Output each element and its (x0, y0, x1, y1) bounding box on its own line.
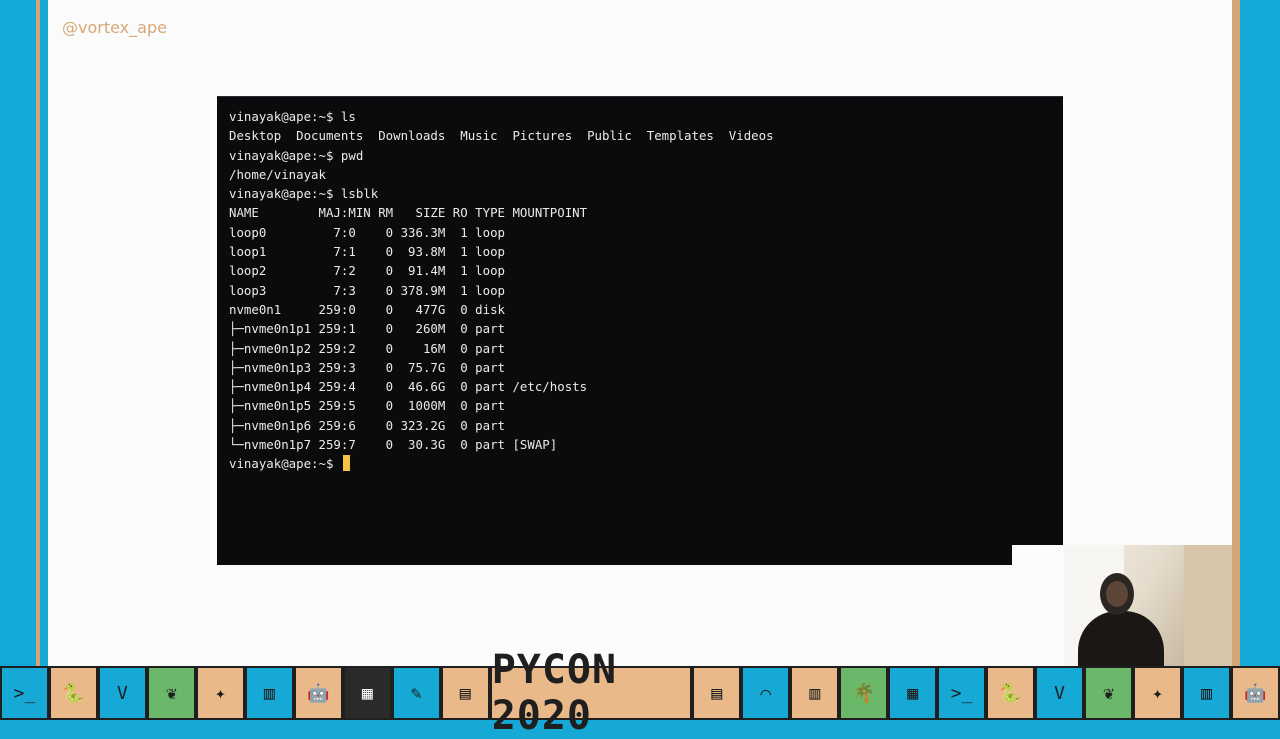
terminal-line: ├─nvme0n1p3 259:3 0 75.7G 0 part (229, 359, 506, 375)
terminal-line: ├─nvme0n1p4 259:4 0 46.6G 0 part /etc/ho… (229, 379, 588, 395)
footer-tile-icon: ▦ (342, 666, 392, 720)
footer-tile-icon: ✦ (1133, 666, 1182, 720)
footer-tile-icon: ❦ (146, 666, 196, 720)
terminal-output: vinayak@ape:~$ ls Desktop Documents Downl… (229, 107, 774, 474)
footer-tile-icon: 🤖 (293, 666, 343, 720)
right-border (1232, 0, 1280, 666)
footer-tile-icon: ⌒ (741, 666, 791, 720)
footer-tile-icon: 🤖 (1230, 666, 1280, 720)
terminal-line: NAME MAJ:MIN RM SIZE RO TYPE MOUNTPOINT (229, 205, 588, 221)
left-border (0, 0, 40, 666)
left-border-stripe (36, 0, 40, 666)
webcam-door (1184, 545, 1232, 666)
footer-tile-icon: ✦ (195, 666, 245, 720)
terminal-line: vinayak@ape:~$ ls (229, 109, 356, 124)
footer-tile-icon: ▥ (244, 666, 294, 720)
terminal-notch (1012, 545, 1064, 565)
pycon-logo: PYCON 2020 (489, 647, 693, 739)
footer-tile-icon: ▤ (692, 666, 742, 720)
footer-tile-icon: 🐍 (986, 666, 1036, 720)
footer-tile-icon: ✎ (391, 666, 441, 720)
presenter-handle: @vortex_ape (62, 18, 167, 37)
terminal-window[interactable]: vinayak@ape:~$ ls Desktop Documents Downl… (217, 96, 1063, 565)
terminal-line: loop0 7:0 0 336.3M 1 loop (229, 224, 506, 240)
terminal-line: loop2 7:2 0 91.4M 1 loop (229, 263, 506, 279)
footer-tile-icon: >_ (0, 666, 49, 720)
footer-tile-icon: 🐍 (48, 666, 98, 720)
terminal-line: loop3 7:3 0 378.9M 1 loop (229, 282, 506, 298)
terminal-line: vinayak@ape:~$ pwd (229, 147, 364, 163)
terminal-line: nvme0n1 259:0 0 477G 0 disk (229, 301, 506, 317)
terminal-cursor (342, 455, 350, 472)
footer-tile-icon: 🌴 (839, 666, 889, 720)
footer-tile-icon: ▥ (1182, 666, 1231, 720)
footer-tile-icon: ▦ (888, 666, 938, 720)
terminal-line: ├─nvme0n1p1 259:1 0 260M 0 part (229, 321, 506, 337)
terminal-line: ├─nvme0n1p5 259:5 0 1000M 0 part (229, 398, 506, 414)
terminal-line: Desktop Documents Downloads Music Pictur… (229, 128, 774, 144)
terminal-line: loop1 7:1 0 93.8M 1 loop (229, 244, 506, 260)
terminal-line: vinayak@ape:~$ lsblk (229, 186, 379, 202)
terminal-line: ├─nvme0n1p2 259:2 0 16M 0 part (229, 340, 506, 356)
terminal-prompt: vinayak@ape:~$ (229, 456, 341, 472)
footer-tile-icon: >_ (937, 666, 987, 720)
footer-tile-icon: ▤ (440, 666, 490, 720)
footer-tile-icon: V (1035, 666, 1085, 720)
footer-tile-icon: ❦ (1084, 666, 1134, 720)
terminal-line: /home/vinayak (229, 166, 326, 182)
terminal-line: ├─nvme0n1p6 259:6 0 323.2G 0 part (229, 417, 506, 433)
terminal-line: └─nvme0n1p7 259:7 0 30.3G 0 part [SWAP] (229, 437, 558, 453)
webcam-speaker-face (1106, 581, 1128, 607)
footer-tile-icon: V (97, 666, 147, 720)
speaker-webcam (1064, 545, 1232, 666)
footer-tile-icon: ▥ (790, 666, 840, 720)
pycon-footer-banner: >_ 🐍 V ❦ ✦ ▥ 🤖 ▦ ✎ ▤ PYCON 2020 ▤ ⌒ ▥ 🌴 ▦ >_ 🐍 V ❦ ✦ ▥ 🤖 (0, 647, 1280, 739)
right-border-stripe (1232, 0, 1240, 666)
terminal-prompt-line[interactable]: vinayak@ape:~$ (229, 454, 774, 473)
